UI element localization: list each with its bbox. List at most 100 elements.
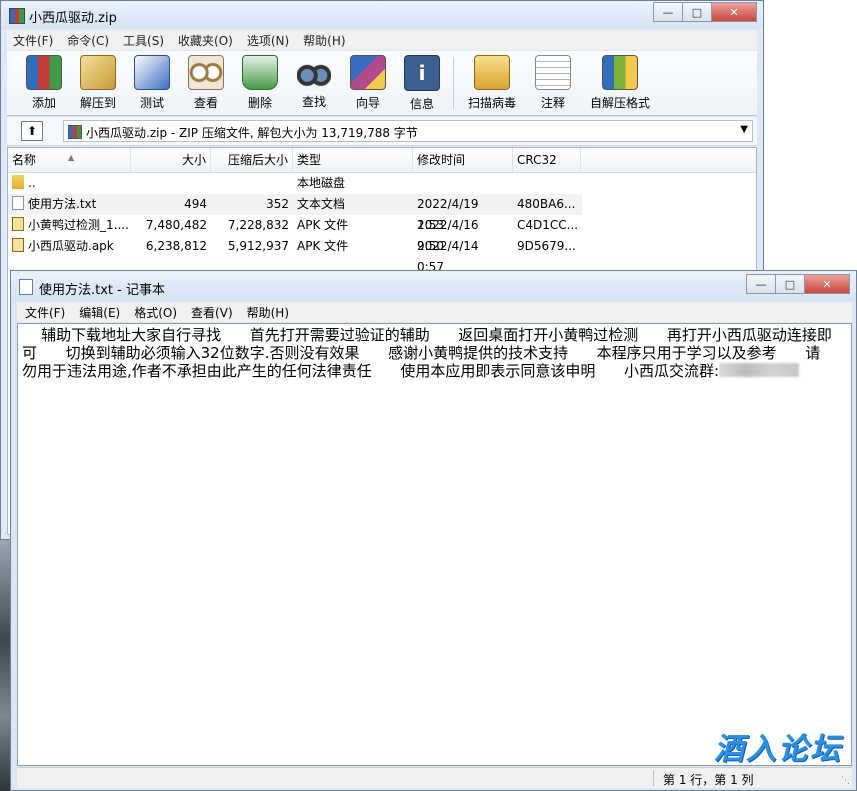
row-type: APK 文件 xyxy=(297,239,349,253)
row-crc: C4D1CC... xyxy=(517,218,579,232)
resize-grip-icon[interactable]: ⋱ xyxy=(841,776,850,786)
row-name: 小黄鸭过检测_1.... xyxy=(28,218,129,232)
notepad-maximize-button[interactable]: □ xyxy=(775,274,805,294)
menu-help[interactable]: 帮助(H) xyxy=(303,32,345,49)
path-dropdown[interactable]: 小西瓜驱动.zip - ZIP 压缩文件, 解包大小为 13,719,788 字… xyxy=(63,120,753,142)
menu-command[interactable]: 命令(C) xyxy=(67,32,109,49)
extract-to-button[interactable]: 解压到 xyxy=(71,51,125,111)
add-label: 添加 xyxy=(31,96,56,110)
row-crc xyxy=(513,173,581,194)
row-modified: 2022/4/19 1:53 xyxy=(417,197,479,232)
folder-icon xyxy=(12,175,24,189)
row-name: 小西瓜驱动.apk xyxy=(28,239,114,253)
add-button[interactable]: 添加 xyxy=(17,51,71,111)
row-modified: 2022/4/16 9:50 xyxy=(417,218,479,253)
winrar-title: 小西瓜驱动.zip xyxy=(29,11,117,26)
info-button[interactable]: i 信息 xyxy=(395,51,449,111)
notepad-menu-format[interactable]: 格式(O) xyxy=(134,304,177,321)
row-crc: 9D5679... xyxy=(517,239,576,253)
comment-button[interactable]: 注释 xyxy=(526,51,580,111)
column-name[interactable]: 名称 ▲ xyxy=(8,148,131,172)
notepad-close-button[interactable]: ✕ xyxy=(804,274,850,294)
up-folder-button[interactable]: ⬆ xyxy=(21,121,43,141)
wizard-button[interactable]: 向导 xyxy=(341,51,395,111)
notepad-menu-file[interactable]: 文件(F) xyxy=(25,304,65,321)
close-button[interactable]: ✕ xyxy=(711,2,757,22)
wizard-label: 向导 xyxy=(355,96,380,110)
text-file-icon xyxy=(12,196,24,210)
table-row[interactable]: 小西瓜驱动.apk 6,238,812 5,912,937 APK 文件 202… xyxy=(8,236,756,274)
column-packed-label: 压缩后大小 xyxy=(227,153,288,167)
menu-file[interactable]: 文件(F) xyxy=(13,32,53,49)
table-row[interactable]: .. 本地磁盘 xyxy=(8,173,756,194)
sort-ascending-icon: ▲ xyxy=(68,153,75,162)
comment-icon xyxy=(535,55,571,90)
notepad-statusbar: 第 1 行，第 1 列 ⋱ xyxy=(17,767,852,788)
row-modified xyxy=(413,173,513,194)
row-name: .. xyxy=(28,176,36,190)
sfx-label: 自解压格式 xyxy=(589,96,650,110)
menu-favorites[interactable]: 收藏夹(O) xyxy=(178,32,233,49)
column-crc-label: CRC32 xyxy=(517,153,557,167)
test-button[interactable]: 测试 xyxy=(125,51,179,111)
row-packed: 7,228,832 xyxy=(227,218,289,232)
info-icon: i xyxy=(404,55,440,91)
view-button[interactable]: 查看 xyxy=(179,51,233,111)
notepad-menubar: 文件(F) 编辑(E) 格式(O) 查看(V) 帮助(H) xyxy=(17,302,852,322)
row-packed: 352 xyxy=(266,197,289,211)
delete-button[interactable]: 删除 xyxy=(233,51,287,111)
wizard-icon xyxy=(350,55,386,90)
apk-file-icon xyxy=(12,238,24,252)
notepad-menu-edit[interactable]: 编辑(E) xyxy=(79,304,120,321)
view-icon xyxy=(188,55,224,90)
find-button[interactable]: 查找 xyxy=(287,51,341,111)
extract-to-icon xyxy=(80,55,116,90)
column-name-label: 名称 xyxy=(12,153,37,167)
row-size: 7,480,482 xyxy=(145,218,207,232)
notepad-window: 使用方法.txt - 记事本 — □ ✕ 文件(F) 编辑(E) 格式(O) 查… xyxy=(10,270,857,791)
up-arrow-icon: ⬆ xyxy=(26,124,38,138)
column-modified-label: 修改时间 xyxy=(417,153,466,167)
notepad-minimize-button[interactable]: — xyxy=(746,274,776,294)
table-row[interactable]: 使用方法.txt 494 352 文本文档 2022/4/19 1:53 480… xyxy=(8,194,582,232)
notepad-menu-view[interactable]: 查看(V) xyxy=(191,304,233,321)
sfx-button[interactable]: 自解压格式 xyxy=(580,51,660,111)
maximize-button[interactable]: □ xyxy=(682,2,712,22)
row-packed xyxy=(211,173,293,194)
scan-virus-label: 扫描病毒 xyxy=(467,96,516,110)
column-modified[interactable]: 修改时间 xyxy=(413,148,513,172)
row-type: 本地磁盘 xyxy=(297,176,346,190)
winrar-titlebar[interactable]: 小西瓜驱动.zip — □ ✕ xyxy=(1,1,763,29)
menu-tools[interactable]: 工具(S) xyxy=(123,32,164,49)
apk-file-icon xyxy=(12,217,24,231)
column-size[interactable]: 大小 xyxy=(131,148,211,172)
info-label: 信息 xyxy=(409,97,434,111)
minimize-icon: — xyxy=(662,5,674,19)
scan-virus-button[interactable]: 扫描病毒 xyxy=(458,51,526,111)
row-size: 494 xyxy=(184,197,207,211)
winrar-app-icon xyxy=(9,8,25,24)
column-crc[interactable]: CRC32 xyxy=(513,148,581,172)
row-type: 文本文档 xyxy=(297,197,346,211)
notepad-text-area[interactable]: 辅助下载地址大家自行寻找 首先打开需要过验证的辅助 返回桌面打开小黄鸭过检测 再… xyxy=(17,323,852,766)
column-packed[interactable]: 压缩后大小 xyxy=(211,148,293,172)
minimize-button[interactable]: — xyxy=(653,2,683,22)
row-name: 使用方法.txt xyxy=(28,197,97,211)
row-modified: 2022/4/14 0:57 xyxy=(417,239,479,274)
notepad-content-text: 辅助下载地址大家自行寻找 首先打开需要过验证的辅助 返回桌面打开小黄鸭过检测 再… xyxy=(22,326,832,380)
column-size-label: 大小 xyxy=(181,153,206,167)
notepad-content: 辅助下载地址大家自行寻找 首先打开需要过验证的辅助 返回桌面打开小黄鸭过检测 再… xyxy=(22,326,834,380)
row-crc: 480BA6... xyxy=(517,197,576,211)
row-size xyxy=(131,173,211,194)
maximize-icon: □ xyxy=(784,277,796,291)
view-label: 查看 xyxy=(193,96,218,110)
chevron-down-icon[interactable]: ▼ xyxy=(740,124,748,135)
table-row[interactable]: 小黄鸭过检测_1.... 7,480,482 7,228,832 APK 文件 … xyxy=(8,215,756,253)
notepad-titlebar[interactable]: 使用方法.txt - 记事本 — □ ✕ xyxy=(11,271,856,301)
test-icon xyxy=(134,55,170,90)
column-type[interactable]: 类型 xyxy=(293,148,413,172)
notepad-menu-help[interactable]: 帮助(H) xyxy=(247,304,289,321)
menu-options[interactable]: 选项(N) xyxy=(247,32,289,49)
extract-to-label: 解压到 xyxy=(79,96,116,110)
notepad-app-icon xyxy=(19,279,33,295)
